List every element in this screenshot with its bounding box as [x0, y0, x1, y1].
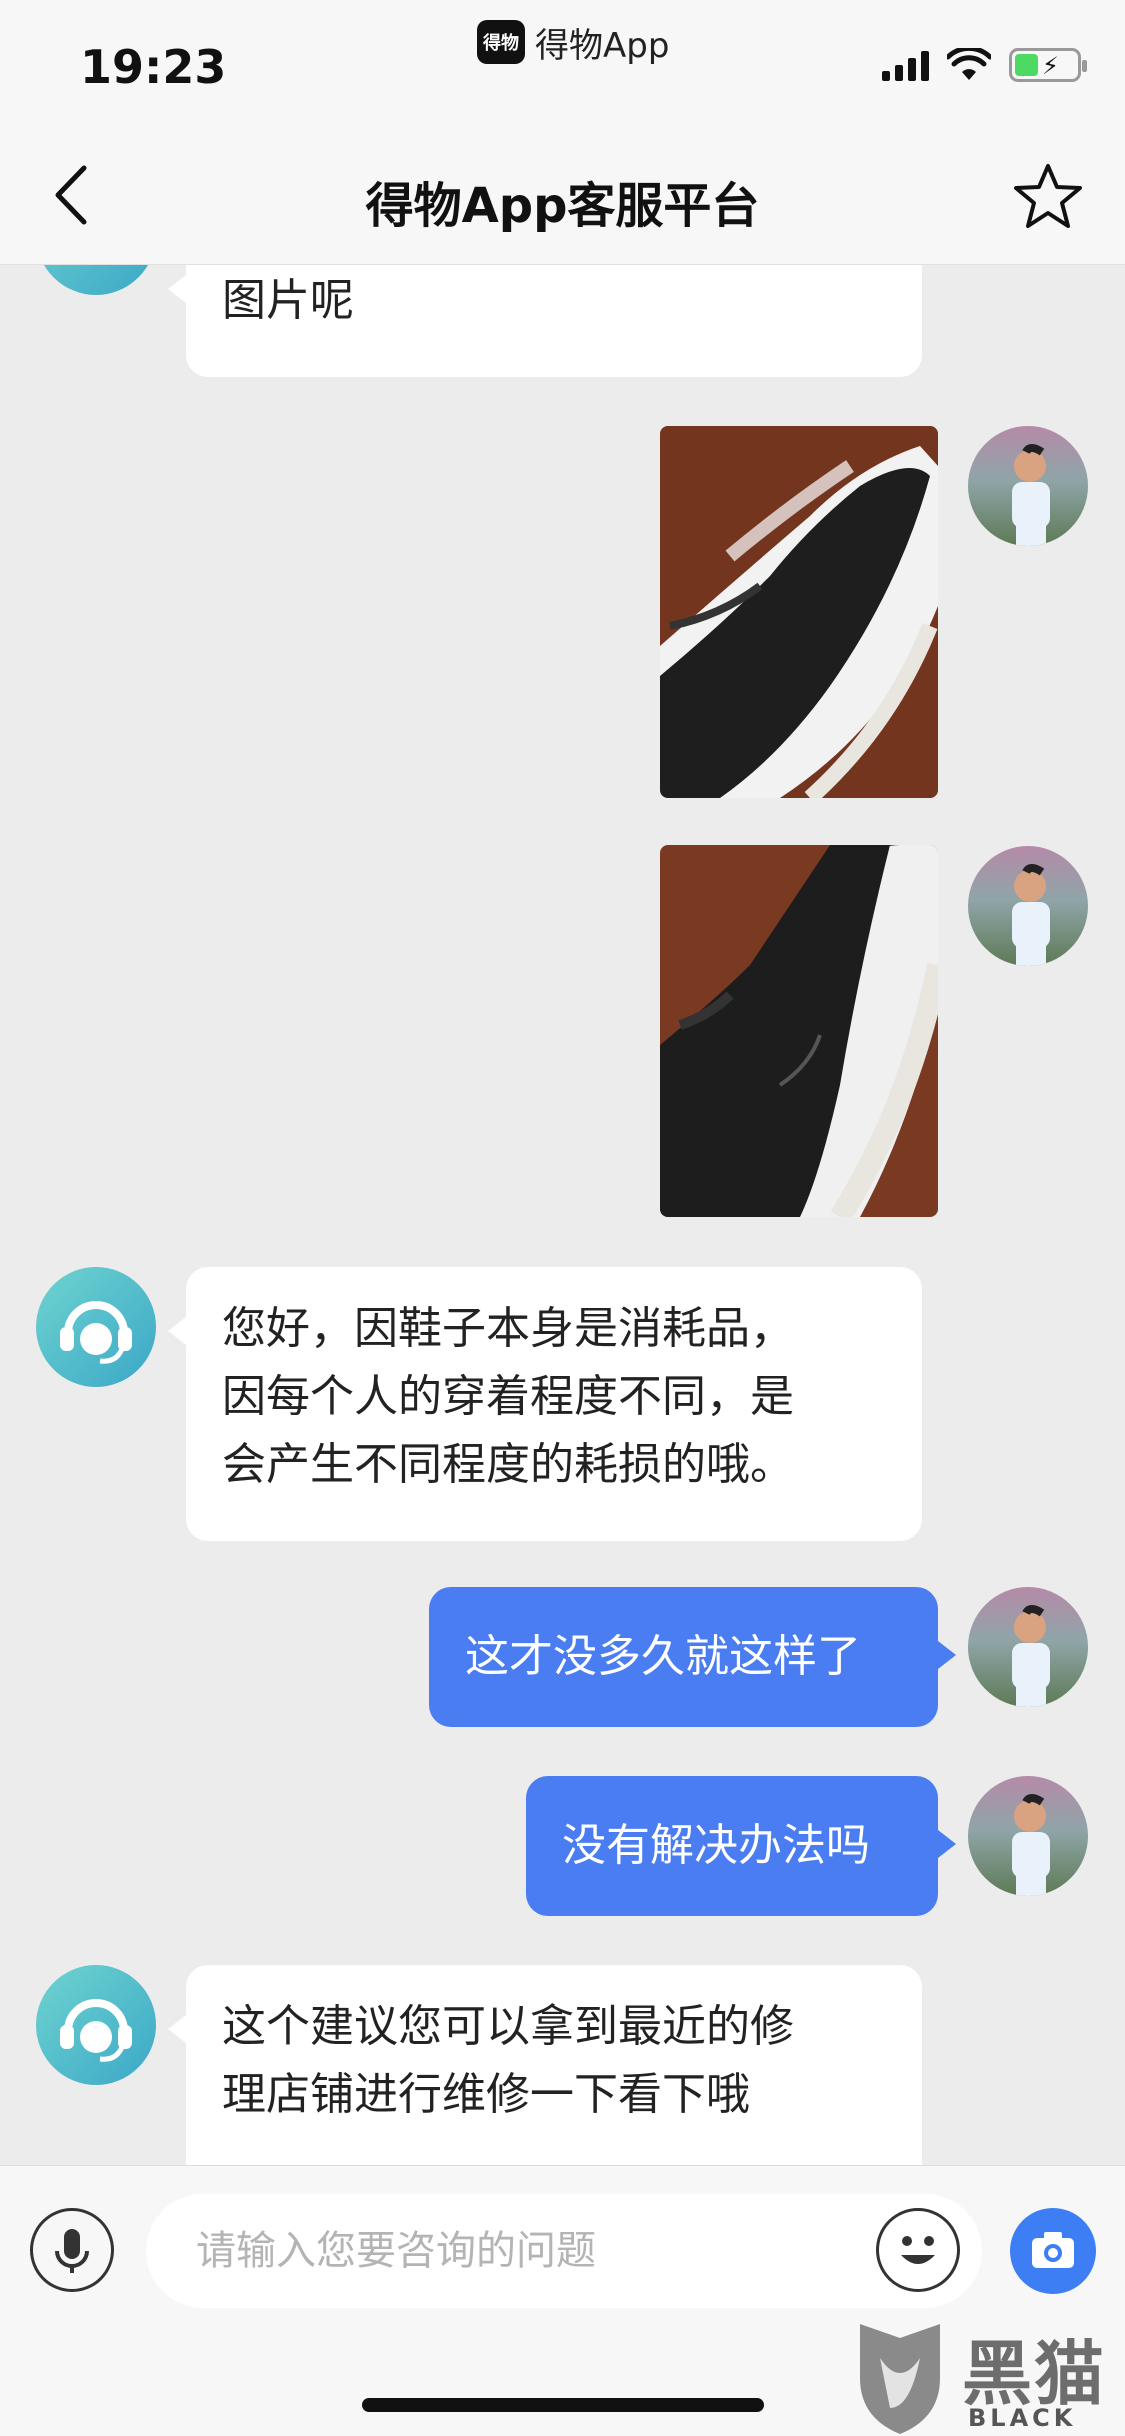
status-bar: 19:23 得物 得物App ⚡ [0, 0, 1125, 130]
user-avatar [968, 426, 1088, 546]
user-avatar [968, 846, 1088, 966]
user-message: 这才没多久就这样了 [429, 1587, 956, 1727]
camera-icon [1032, 2232, 1074, 2268]
user-avatar [968, 1776, 1088, 1896]
message-text-line: 理店铺进行维修一下看下哦 [222, 2069, 750, 2120]
message-text-line: 这个建议您可以拿到最近的修 [222, 2001, 794, 2052]
message-text: 没有解决办法吗 [562, 1820, 870, 1871]
microphone-icon [55, 2229, 89, 2273]
user-avatar [968, 1587, 1088, 1707]
battery-icon: ⚡ [1009, 48, 1087, 82]
agent-message: 您好，因鞋子本身是消耗品， 因每个人的穿着程度不同，是 会产生不同程度的耗损的哦… [168, 1267, 922, 1541]
back-to-app-label: 得物App [535, 25, 670, 66]
emoji-button[interactable] [876, 2208, 960, 2292]
message-text-line: 您好，因鞋子本身是消耗品， [222, 1303, 794, 1354]
headset-icon [60, 1301, 132, 1364]
sneaker-photo-2[interactable] [660, 845, 938, 1217]
watermark-subtext: BLACK CAT [968, 2404, 1077, 2436]
back-to-app-indicator[interactable]: 得物 得物App [477, 20, 670, 66]
status-time: 19:23 [80, 40, 227, 94]
wifi-icon [947, 48, 991, 80]
app-logo-icon: 得物 [477, 20, 525, 64]
cellular-signal-icon [882, 49, 929, 81]
chat-message-list[interactable]: 图片呢 您好，因鞋子本身是消耗品， 因每个人的穿着程度不同，是 会产生不同程度的… [0, 265, 1125, 2165]
page-title: 得物App客服平台 [365, 178, 760, 234]
navigation-bar: 得物App客服平台 [0, 130, 1125, 265]
agent-avatar [36, 265, 156, 295]
message-text: 图片呢 [222, 275, 354, 326]
message-text: 这才没多久就这样了 [465, 1631, 861, 1682]
headset-icon [60, 1999, 132, 2062]
message-input[interactable] [146, 2194, 982, 2308]
sneaker-photo-1[interactable] [660, 426, 938, 798]
cat-shield-icon [860, 2324, 940, 2434]
smiley-icon [901, 2236, 935, 2264]
agent-message: 图片呢 [168, 265, 922, 377]
black-cat-watermark: 黑猫 BLACK CAT [850, 2318, 1125, 2436]
star-outline-icon[interactable] [1011, 160, 1085, 234]
message-text-line: 因每个人的穿着程度不同，是 [222, 1371, 794, 1422]
voice-input-button[interactable] [30, 2208, 114, 2292]
home-indicator[interactable] [362, 2398, 764, 2412]
agent-avatar [36, 1965, 156, 2085]
agent-message: 这个建议您可以拿到最近的修 理店铺进行维修一下看下哦 [168, 1965, 922, 2165]
camera-button[interactable] [1010, 2208, 1096, 2294]
agent-avatar [36, 1267, 156, 1387]
user-message: 没有解决办法吗 [526, 1776, 956, 1916]
status-icons: ⚡ [882, 48, 1087, 82]
message-text-line: 会产生不同程度的耗损的哦。 [222, 1439, 794, 1490]
